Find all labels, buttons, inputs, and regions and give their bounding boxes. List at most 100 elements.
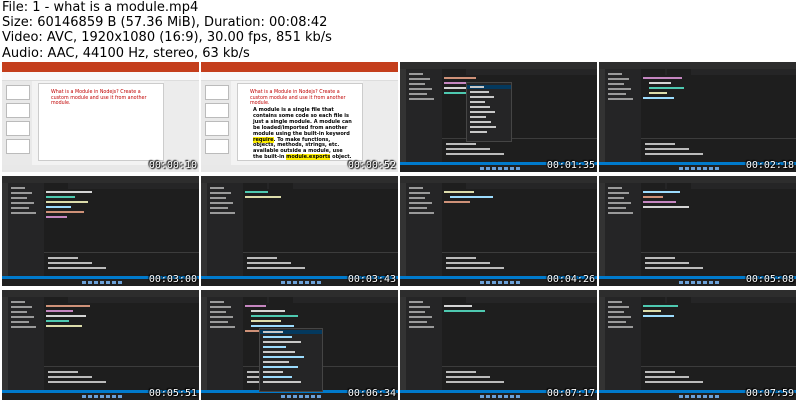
taskbar-app-icon <box>504 167 508 170</box>
audio-stream-info: Audio: AAC, 44100 Hz, stereo, 63 kb/s <box>2 45 250 61</box>
taskbar-app-icon <box>510 281 514 284</box>
explorer-item <box>210 187 224 189</box>
code-line <box>643 206 689 208</box>
vscode-menu-bar <box>2 176 199 183</box>
taskbar-app-icon <box>100 395 104 398</box>
video-stream-info: Video: AVC, 1920x1080 (16:9), 30.00 fps,… <box>2 30 332 46</box>
taskbar-app-icon <box>281 281 285 284</box>
explorer-item <box>409 88 432 90</box>
suggestion-item <box>470 106 490 108</box>
explorer-sidebar <box>207 297 243 392</box>
taskbar-app-icon <box>685 281 689 284</box>
code-line <box>46 310 73 312</box>
terminal-line <box>48 381 106 383</box>
terminal-line <box>247 262 291 264</box>
video-thumbnail[interactable]: 00:05:08 <box>599 176 796 286</box>
taskbar-app-icon <box>311 281 315 284</box>
terminal-line <box>446 376 490 378</box>
taskbar-app-icon <box>697 395 701 398</box>
video-thumbnail[interactable]: 00:03:43 <box>201 176 398 286</box>
taskbar-app-icon <box>679 281 683 284</box>
thumbnail-timestamp: 00:05:51 <box>148 388 197 399</box>
slide-mini-4 <box>205 139 229 154</box>
code-line <box>46 191 92 193</box>
completion-item <box>263 346 286 348</box>
video-thumbnail[interactable]: 00:06:34 <box>201 290 398 400</box>
editor-tabs <box>44 297 199 303</box>
video-thumbnail[interactable]: What is a Module in Nodejs? Create a cus… <box>2 62 199 172</box>
taskbar-app-icon <box>82 395 86 398</box>
explorer-item <box>210 311 226 313</box>
explorer-item <box>409 306 430 308</box>
explorer-item <box>11 187 25 189</box>
code-line <box>649 87 684 89</box>
powerpoint-ribbon <box>201 72 398 81</box>
explorer-item <box>11 301 25 303</box>
explorer-item <box>608 83 624 85</box>
taskbar-app-icon <box>679 167 683 170</box>
explorer-item <box>409 207 427 209</box>
taskbar-app-icon <box>112 281 116 284</box>
code-editor <box>46 191 195 251</box>
taskbar-app-icon <box>88 395 92 398</box>
explorer-item <box>409 83 425 85</box>
editor-tab <box>243 297 267 303</box>
slide-mini-3 <box>205 121 229 136</box>
slide-mini-2 <box>6 103 30 118</box>
explorer-item <box>608 78 629 80</box>
code-line <box>649 82 671 84</box>
taskbar-app-icon <box>112 395 116 398</box>
editor-tab <box>243 183 267 189</box>
slide-canvas: What is a Module in Nodejs? Create a cus… <box>237 83 363 161</box>
suggestion-item <box>470 86 484 88</box>
code-line <box>444 191 474 193</box>
video-thumbnail[interactable]: 00:07:17 <box>400 290 597 400</box>
video-thumbnail[interactable]: 00:07:59 <box>599 290 796 400</box>
taskbar-app-icon <box>498 167 502 170</box>
explorer-item <box>409 93 427 95</box>
taskbar-app-icon <box>715 395 719 398</box>
explorer-item <box>210 321 228 323</box>
explorer-item <box>409 187 423 189</box>
code-line <box>251 320 281 322</box>
explorer-item <box>409 321 427 323</box>
editor-tabs <box>44 183 199 189</box>
code-line <box>649 92 667 94</box>
thumbnail-timestamp: 00:07:17 <box>546 388 595 399</box>
editor-tab <box>442 69 466 75</box>
code-line <box>444 77 476 79</box>
taskbar-app-icon <box>317 395 321 398</box>
taskbar-app-icon <box>715 167 719 170</box>
video-thumbnail[interactable]: 00:04:26 <box>400 176 597 286</box>
video-thumbnail[interactable]: 00:02:18 <box>599 62 796 172</box>
taskbar-app-icon <box>504 281 508 284</box>
code-line <box>643 201 676 203</box>
video-thumbnail[interactable]: What is a Module in Nodejs? Create a cus… <box>201 62 398 172</box>
video-thumbnail[interactable]: 00:05:51 <box>2 290 199 400</box>
taskbar-app-icon <box>685 395 689 398</box>
size-duration-info: Size: 60146859 B (57.36 MiB), Duration: … <box>2 15 328 31</box>
editor-tab <box>641 183 665 189</box>
code-line <box>46 216 67 218</box>
notes-panel <box>363 81 398 165</box>
explorer-item <box>409 197 425 199</box>
taskbar-app-icon <box>703 395 707 398</box>
explorer-item <box>210 301 224 303</box>
code-line <box>46 196 75 198</box>
explorer-item <box>11 326 36 328</box>
code-line <box>245 196 281 198</box>
explorer-item <box>608 93 626 95</box>
video-thumbnail[interactable]: 00:01:35 <box>400 62 597 172</box>
video-thumbnail[interactable]: 00:03:00 <box>2 176 199 286</box>
thumbnail-timestamp: 00:07:59 <box>745 388 794 399</box>
code-line <box>643 315 674 317</box>
taskbar-app-icon <box>709 395 713 398</box>
explorer-sidebar <box>207 183 243 278</box>
explorer-item <box>608 321 626 323</box>
code-line <box>643 77 682 79</box>
explorer-item <box>210 212 235 214</box>
file-suggestion-dropdown <box>466 82 512 142</box>
explorer-item <box>409 326 434 328</box>
editor-tabs <box>641 297 796 303</box>
editor-tab <box>44 297 68 303</box>
